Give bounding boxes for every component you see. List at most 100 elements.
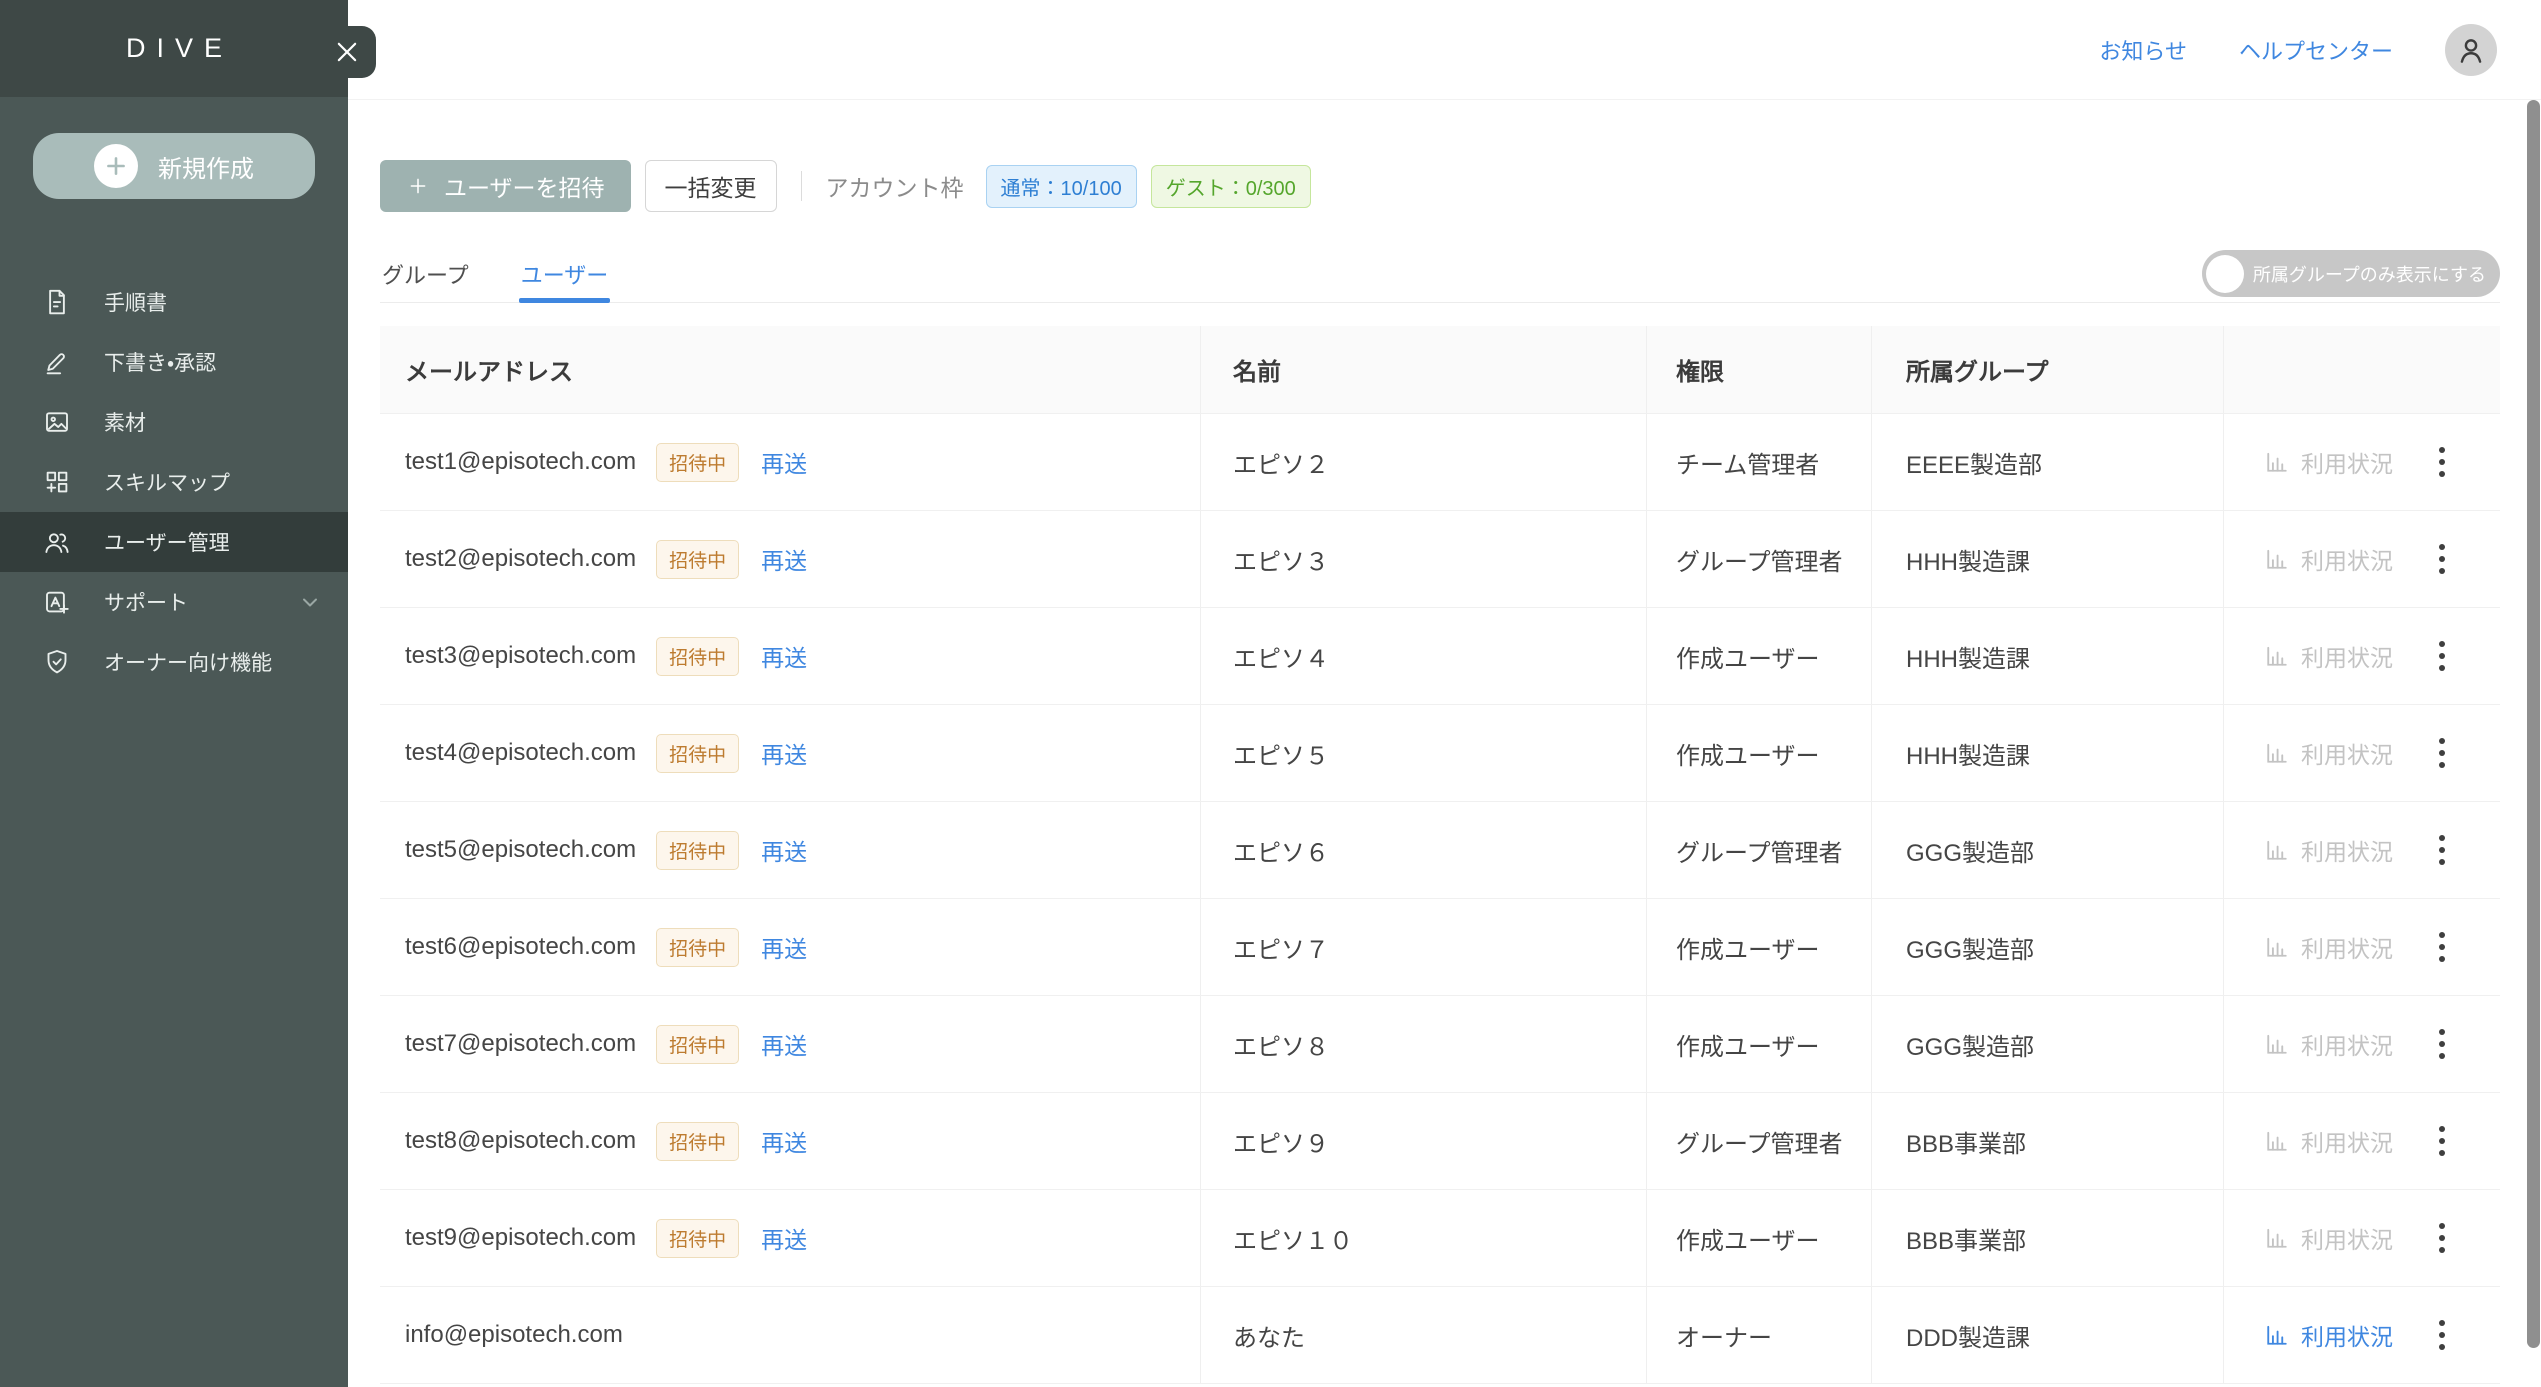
name-cell: エピソ１０ — [1200, 1190, 1646, 1286]
group-cell: BBB事業部 — [1871, 1093, 2223, 1189]
resend-link[interactable]: 再送 — [761, 445, 807, 479]
group-cell: HHH製造課 — [1871, 608, 2223, 704]
resend-link[interactable]: 再送 — [761, 1027, 807, 1061]
email-cell: test9@episotech.com 招待中 再送 — [380, 1190, 1200, 1286]
name-cell: エピソ７ — [1200, 899, 1646, 995]
role-cell: オーナー — [1646, 1287, 1871, 1383]
user-role: グループ管理者 — [1676, 833, 1843, 868]
usage-link[interactable]: 利用状況 — [2263, 1124, 2393, 1158]
resend-link[interactable]: 再送 — [761, 736, 807, 770]
usage-label: 利用状況 — [2301, 833, 2393, 867]
usage-link[interactable]: 利用状況 — [2263, 1318, 2393, 1352]
toolbar: ユーザーを招待 一括変更 アカウント枠 通常：10/100 ゲスト：0/300 — [380, 160, 2541, 212]
kebab-menu-button[interactable] — [2436, 832, 2448, 868]
role-cell: 作成ユーザー — [1646, 996, 1871, 1092]
role-cell: 作成ユーザー — [1646, 899, 1871, 995]
bar-chart-icon — [2263, 1224, 2291, 1252]
user-role: チーム管理者 — [1676, 445, 1819, 480]
toggle-label: 所属グループのみ表示にする — [2253, 261, 2486, 287]
group-cell: DDD製造課 — [1871, 1287, 2223, 1383]
invited-badge: 招待中 — [656, 1219, 739, 1258]
header-group: 所属グループ — [1871, 326, 2223, 413]
kebab-menu-button[interactable] — [2436, 1220, 2448, 1256]
bar-chart-icon — [2263, 1127, 2291, 1155]
table-body: test1@episotech.com 招待中 再送 エピソ２ チーム管理者 E… — [380, 414, 2500, 1384]
news-link[interactable]: お知らせ — [2099, 34, 2187, 66]
tab-group[interactable]: グループ — [380, 245, 471, 302]
skill-grid-icon — [40, 465, 74, 499]
usage-link[interactable]: 利用状況 — [2263, 1221, 2393, 1255]
usage-label: 利用状況 — [2301, 930, 2393, 964]
kebab-menu-button[interactable] — [2436, 638, 2448, 674]
resend-link[interactable]: 再送 — [761, 639, 807, 673]
user-name: エピソ４ — [1233, 639, 1329, 674]
resend-link[interactable]: 再送 — [761, 833, 807, 867]
avatar-button[interactable] — [2445, 24, 2497, 76]
sidebar-item-support[interactable]: サポート — [0, 572, 348, 632]
group-filter-toggle[interactable]: 所属グループのみ表示にする — [2202, 250, 2500, 297]
user-role: 作成ユーザー — [1676, 1221, 1820, 1256]
role-cell: チーム管理者 — [1646, 414, 1871, 510]
sidebar-item-skill-map[interactable]: スキルマップ — [0, 452, 348, 512]
user-name: あなた — [1233, 1318, 1305, 1353]
sidebar-item-manuals[interactable]: 手順書 — [0, 272, 348, 332]
resend-link[interactable]: 再送 — [761, 1221, 807, 1255]
user-table: メールアドレス 名前 権限 所属グループ test1@episotech.com… — [380, 326, 2500, 1384]
pencil-icon — [40, 345, 74, 379]
kebab-menu-button[interactable] — [2436, 1317, 2448, 1353]
help-center-link[interactable]: ヘルプセンター — [2239, 34, 2393, 66]
usage-link[interactable]: 利用状況 — [2263, 833, 2393, 867]
resend-link[interactable]: 再送 — [761, 542, 807, 576]
actions-cell: 利用状況 — [2223, 414, 2500, 510]
new-create-label: 新規作成 — [158, 149, 254, 184]
usage-link[interactable]: 利用状況 — [2263, 930, 2393, 964]
user-role: オーナー — [1676, 1318, 1772, 1353]
normal-quota-badge: 通常：10/100 — [986, 165, 1137, 208]
vertical-scrollbar[interactable] — [2527, 100, 2540, 1348]
table-row: test8@episotech.com 招待中 再送 エピソ９ グループ管理者 … — [380, 1093, 2500, 1190]
name-cell: エピソ２ — [1200, 414, 1646, 510]
sidebar-item-drafts-approval[interactable]: 下書き・承認 — [0, 332, 348, 392]
name-cell: エピソ４ — [1200, 608, 1646, 704]
sidebar-item-materials[interactable]: 素材 — [0, 392, 348, 452]
actions-cell: 利用状況 — [2223, 1190, 2500, 1286]
invite-user-button[interactable]: ユーザーを招待 — [380, 160, 631, 212]
usage-link[interactable]: 利用状況 — [2263, 1027, 2393, 1061]
usage-label: 利用状況 — [2301, 1221, 2393, 1255]
kebab-menu-button[interactable] — [2436, 541, 2448, 577]
header-name: 名前 — [1200, 326, 1646, 413]
name-cell: エピソ６ — [1200, 802, 1646, 898]
bulk-change-button[interactable]: 一括変更 — [645, 160, 777, 212]
user-email: test1@episotech.com — [405, 448, 636, 476]
resend-link[interactable]: 再送 — [761, 930, 807, 964]
kebab-menu-button[interactable] — [2436, 929, 2448, 965]
usage-label: 利用状況 — [2301, 639, 2393, 673]
user-role: 作成ユーザー — [1676, 736, 1820, 771]
kebab-menu-button[interactable] — [2436, 444, 2448, 480]
usage-link[interactable]: 利用状況 — [2263, 542, 2393, 576]
sidebar-close-button[interactable] — [318, 26, 376, 78]
user-email: test6@episotech.com — [405, 933, 636, 961]
user-group: BBB事業部 — [1906, 1124, 2026, 1159]
translate-icon — [40, 585, 74, 619]
group-cell: HHH製造課 — [1871, 705, 2223, 801]
sidebar-item-user-management[interactable]: ユーザー管理 — [0, 512, 348, 572]
sidebar-item-owner-features[interactable]: オーナー向け機能 — [0, 632, 348, 692]
usage-link[interactable]: 利用状況 — [2263, 736, 2393, 770]
account-quota-label: アカウント枠 — [826, 169, 964, 203]
kebab-menu-button[interactable] — [2436, 1123, 2448, 1159]
tab-user[interactable]: ユーザー — [519, 245, 611, 302]
usage-link[interactable]: 利用状況 — [2263, 639, 2393, 673]
plus-icon — [406, 174, 430, 198]
kebab-menu-button[interactable] — [2436, 735, 2448, 771]
user-name: エピソ６ — [1233, 833, 1329, 868]
new-create-button[interactable]: 新規作成 — [33, 133, 315, 199]
sidebar-item-label: サポート — [104, 587, 188, 617]
kebab-menu-button[interactable] — [2436, 1026, 2448, 1062]
document-icon — [40, 285, 74, 319]
email-cell: info@episotech.com — [380, 1287, 1200, 1383]
name-cell: エピソ８ — [1200, 996, 1646, 1092]
role-cell: 作成ユーザー — [1646, 1190, 1871, 1286]
usage-link[interactable]: 利用状況 — [2263, 445, 2393, 479]
resend-link[interactable]: 再送 — [761, 1124, 807, 1158]
